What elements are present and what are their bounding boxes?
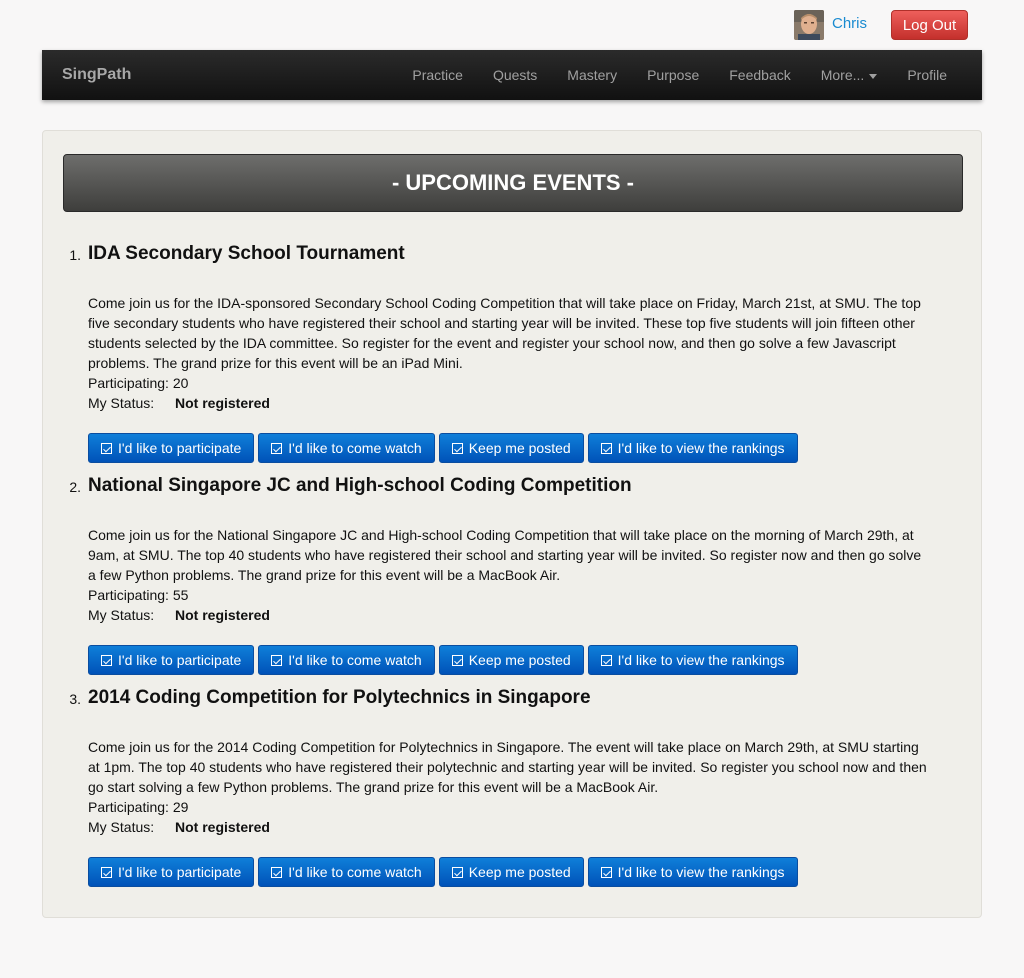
view-rankings-label: I'd like to view the rankings	[617, 652, 785, 668]
nav-quests-label: Quests	[492, 67, 538, 83]
keep-posted-button[interactable]: Keep me posted	[438, 433, 584, 463]
event-description: Come join us for the 2014 Coding Competi…	[88, 739, 927, 795]
status-label: My Status:	[88, 607, 155, 623]
avatar-image	[794, 10, 824, 40]
come-watch-button[interactable]: I'd like to come watch	[258, 645, 435, 675]
event-body: 2014 Coding Competition for Polytechnics…	[88, 686, 928, 887]
event-actions: I'd like to participate I'd like to come…	[88, 857, 928, 887]
nav-purpose-label: Purpose	[647, 67, 700, 83]
view-rankings-button[interactable]: I'd like to view the rankings	[587, 645, 798, 675]
keep-posted-label: Keep me posted	[468, 652, 571, 668]
logout-button[interactable]: Log Out	[891, 10, 968, 40]
event-body: IDA Secondary School Tournament Come joi…	[88, 242, 928, 463]
view-rankings-label: I'd like to view the rankings	[617, 864, 785, 880]
navbar: SingPath Practice Quests Mastery Purpose…	[42, 50, 982, 100]
event-actions: I'd like to participate I'd like to come…	[88, 433, 928, 463]
checkbox-icon	[600, 442, 612, 454]
avatar[interactable]	[794, 10, 824, 40]
participating-label: Participating:	[88, 375, 169, 391]
nav-mastery-label: Mastery	[567, 67, 618, 83]
status-line: My Status: Not registered	[88, 817, 928, 837]
checkbox-icon	[451, 654, 463, 666]
participate-button[interactable]: I'd like to participate	[88, 645, 255, 675]
participate-label: I'd like to participate	[118, 440, 242, 456]
status-label: My Status:	[88, 395, 155, 411]
checkbox-icon	[600, 866, 612, 878]
caret-down-icon	[869, 73, 878, 79]
participating-count: 20	[172, 375, 189, 391]
event-number: 2.	[69, 479, 81, 495]
view-rankings-button[interactable]: I'd like to view the rankings	[587, 857, 798, 887]
participate-label: I'd like to participate	[118, 864, 242, 880]
event-actions: I'd like to participate I'd like to come…	[88, 645, 928, 675]
checkbox-icon	[101, 442, 112, 454]
checkbox-icon	[451, 866, 463, 878]
event-body: National Singapore JC and High-school Co…	[88, 474, 928, 675]
nav-mastery[interactable]: Mastery	[552, 50, 632, 100]
participating-label: Participating:	[88, 799, 169, 815]
come-watch-label: I'd like to come watch	[288, 864, 422, 880]
event-description: Come join us for the IDA-sponsored Secon…	[88, 295, 921, 371]
participating-count: 55	[172, 587, 189, 603]
event-title: IDA Secondary School Tournament	[88, 243, 405, 264]
come-watch-button[interactable]: I'd like to come watch	[258, 433, 435, 463]
nav-more-label: More...	[820, 67, 865, 83]
view-rankings-button[interactable]: I'd like to view the rankings	[587, 433, 798, 463]
nav-feedback-label: Feedback	[729, 67, 791, 83]
nav-practice[interactable]: Practice	[397, 50, 478, 100]
keep-posted-button[interactable]: Keep me posted	[438, 857, 584, 887]
participating-line: Participating: 29	[88, 797, 928, 817]
checkbox-icon	[271, 866, 283, 878]
keep-posted-label: Keep me posted	[468, 864, 571, 880]
keep-posted-label: Keep me posted	[468, 440, 571, 456]
status-line: My Status: Not registered	[88, 605, 928, 625]
nav-practice-label: Practice	[412, 67, 463, 83]
view-rankings-label: I'd like to view the rankings	[617, 440, 785, 456]
participating-line: Participating: 20	[88, 373, 928, 393]
nav-quests[interactable]: Quests	[478, 50, 552, 100]
status-value: Not registered	[175, 607, 270, 623]
nav-profile-label: Profile	[907, 67, 947, 83]
participating-label: Participating:	[88, 587, 169, 603]
participate-button[interactable]: I'd like to participate	[88, 433, 255, 463]
username-link[interactable]: Chris	[832, 15, 867, 32]
nav-purpose[interactable]: Purpose	[632, 50, 714, 100]
come-watch-label: I'd like to come watch	[288, 440, 422, 456]
nav-profile[interactable]: Profile	[892, 50, 962, 100]
event-title: National Singapore JC and High-school Co…	[88, 475, 632, 496]
come-watch-button[interactable]: I'd like to come watch	[258, 857, 435, 887]
status-line: My Status: Not registered	[88, 393, 928, 413]
brand-logo[interactable]: SingPath	[62, 66, 131, 84]
checkbox-icon	[101, 654, 112, 666]
checkbox-icon	[451, 442, 463, 454]
events-panel: - UPCOMING EVENTS - 1. IDA Secondary Sch…	[42, 130, 982, 918]
come-watch-label: I'd like to come watch	[288, 652, 422, 668]
status-value: Not registered	[175, 819, 270, 835]
event-title: 2014 Coding Competition for Polytechnics…	[88, 687, 591, 708]
status-label: My Status:	[88, 819, 155, 835]
event-number: 1.	[69, 247, 81, 263]
keep-posted-button[interactable]: Keep me posted	[438, 645, 584, 675]
checkbox-icon	[271, 654, 283, 666]
checkbox-icon	[600, 654, 612, 666]
participate-label: I'd like to participate	[118, 652, 242, 668]
event-number: 3.	[69, 691, 81, 707]
participate-button[interactable]: I'd like to participate	[88, 857, 255, 887]
status-value: Not registered	[175, 395, 270, 411]
page-title: - UPCOMING EVENTS -	[63, 154, 963, 212]
nav-feedback[interactable]: Feedback	[714, 50, 805, 100]
checkbox-icon	[101, 866, 112, 878]
checkbox-icon	[271, 442, 283, 454]
nav-menu: Practice Quests Mastery Purpose Feedback…	[397, 50, 962, 100]
nav-more-dropdown[interactable]: More...	[806, 50, 893, 100]
participating-line: Participating: 55	[88, 585, 928, 605]
event-description: Come join us for the National Singapore …	[88, 527, 922, 583]
participating-count: 29	[172, 799, 189, 815]
